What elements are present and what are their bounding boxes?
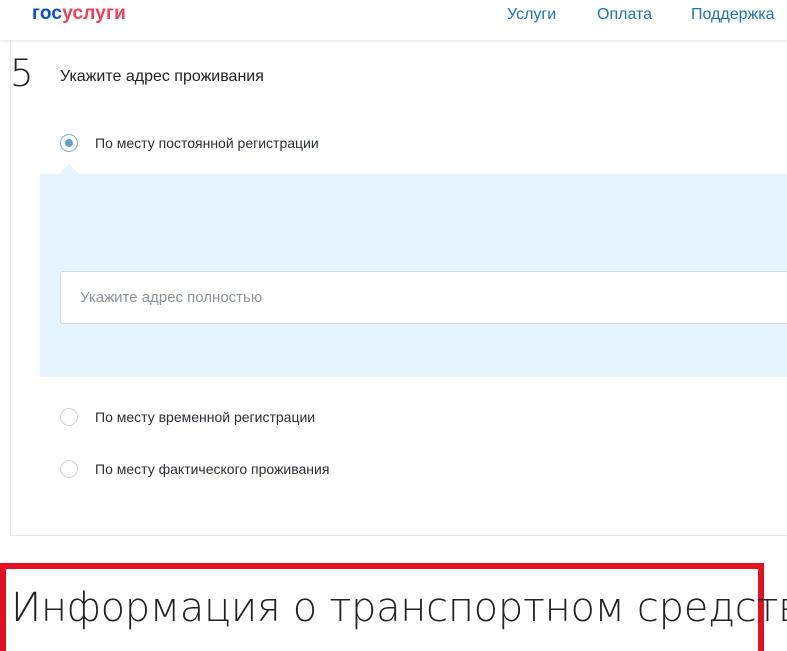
step-number: 5 bbox=[10, 52, 34, 95]
gosuslugi-logo[interactable]: госуслуги bbox=[32, 3, 126, 25]
logo-text-uslugi: услуги bbox=[62, 3, 127, 24]
step-title: Укажите адрес проживания bbox=[60, 68, 264, 85]
radio-actual-residence[interactable]: По месту фактического проживания bbox=[60, 458, 329, 480]
nav-link-support[interactable]: Поддержка bbox=[691, 6, 774, 24]
radio-label-temporary: По месту временной регистрации bbox=[95, 409, 316, 425]
radio-temporary-registration[interactable]: По месту временной регистрации bbox=[60, 406, 315, 428]
nav-link-services[interactable]: Услуги bbox=[507, 6, 556, 24]
radio-unchecked-icon[interactable] bbox=[60, 460, 78, 478]
logo-text-gos: гос bbox=[32, 3, 63, 24]
radio-permanent-registration[interactable]: По месту постоянной регистрации bbox=[60, 132, 319, 154]
radio-label-actual: По месту фактического проживания bbox=[95, 461, 330, 477]
address-input[interactable] bbox=[60, 271, 787, 324]
nav-link-payment[interactable]: Оплата bbox=[597, 6, 652, 24]
section-divider bbox=[10, 535, 787, 536]
radio-checked-icon[interactable] bbox=[60, 134, 78, 152]
step-guide-line bbox=[10, 40, 11, 535]
radio-unchecked-icon[interactable] bbox=[60, 408, 78, 426]
panel-pointer-arrow bbox=[59, 164, 79, 174]
radio-label-permanent: По месту постоянной регистрации bbox=[95, 135, 319, 151]
site-header: госуслуги Услуги Оплата Поддержка bbox=[0, 0, 787, 40]
section-heading-vehicle-info: Информация о транспортном средстве bbox=[11, 585, 787, 631]
